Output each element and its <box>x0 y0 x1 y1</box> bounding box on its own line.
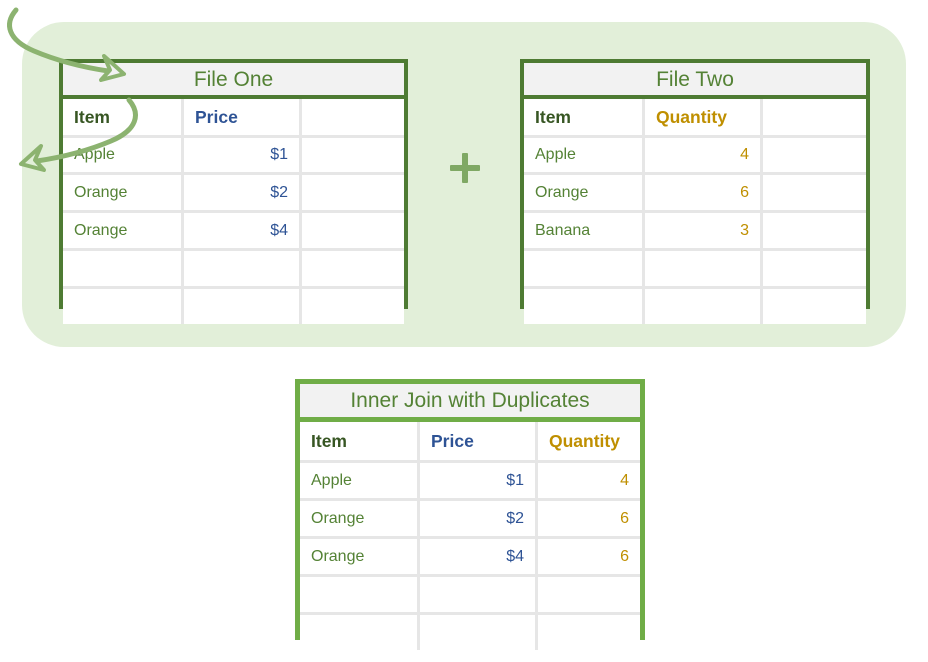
arrow-left-icon <box>7 7 126 82</box>
table-row <box>184 289 299 324</box>
table-row <box>420 615 535 650</box>
table-row: 6 <box>538 501 640 536</box>
table-row <box>763 289 866 324</box>
result-table: Inner Join with Duplicates Item Price Qu… <box>295 379 645 650</box>
table-row: 6 <box>538 539 640 574</box>
table-row: $4 <box>184 213 299 248</box>
table-row: $1 <box>420 463 535 498</box>
file-two-table: File Two Item Quantity Apple 4 Orange 6 … <box>520 59 870 324</box>
table-row <box>763 251 866 286</box>
table-row: $1 <box>184 138 299 172</box>
table-row: Orange <box>524 175 642 210</box>
table-row: 3 <box>645 213 760 248</box>
table-row: 4 <box>538 463 640 498</box>
file-two-header-blank <box>763 99 866 135</box>
table-row: Orange <box>300 501 417 536</box>
table-row <box>63 251 181 286</box>
table-row: $2 <box>184 175 299 210</box>
result-header-price: Price <box>420 422 535 460</box>
file-two-grid: Item Quantity Apple 4 Orange 6 Banana 3 <box>524 99 866 324</box>
file-two-title: File Two <box>524 63 866 99</box>
file-one-header-blank <box>302 99 404 135</box>
table-row: Orange <box>63 175 181 210</box>
table-row <box>645 251 760 286</box>
table-row: 4 <box>645 138 760 172</box>
plus-icon <box>449 152 481 184</box>
table-row <box>302 251 404 286</box>
table-row <box>538 577 640 612</box>
table-row: Orange <box>63 213 181 248</box>
result-title: Inner Join with Duplicates <box>300 384 640 422</box>
table-row <box>63 289 181 324</box>
file-one-header-price: Price <box>184 99 299 135</box>
arrow-right-icon <box>19 97 138 172</box>
table-row: $2 <box>420 501 535 536</box>
table-row <box>763 175 866 210</box>
table-row: Orange <box>300 539 417 574</box>
table-row <box>645 289 760 324</box>
table-row <box>300 577 417 612</box>
result-header-item: Item <box>300 422 417 460</box>
table-row <box>302 138 404 172</box>
table-row <box>538 615 640 650</box>
table-row <box>302 289 404 324</box>
table-row <box>763 138 866 172</box>
result-header-quantity: Quantity <box>538 422 640 460</box>
arrow-left-wrapper <box>0 0 145 90</box>
table-row <box>524 289 642 324</box>
table-row <box>420 577 535 612</box>
table-row: Banana <box>524 213 642 248</box>
result-grid: Item Price Quantity Apple $1 4 Orange $2… <box>300 422 640 650</box>
table-row <box>184 251 299 286</box>
table-row <box>763 213 866 248</box>
table-row <box>302 175 404 210</box>
file-two-header-quantity: Quantity <box>645 99 760 135</box>
table-row: 6 <box>645 175 760 210</box>
table-row: $4 <box>420 539 535 574</box>
table-row: Apple <box>524 138 642 172</box>
table-row <box>300 615 417 650</box>
table-row <box>302 213 404 248</box>
table-row: Apple <box>300 463 417 498</box>
table-row <box>524 251 642 286</box>
arrow-right-wrapper <box>0 90 145 180</box>
file-two-header-item: Item <box>524 99 642 135</box>
